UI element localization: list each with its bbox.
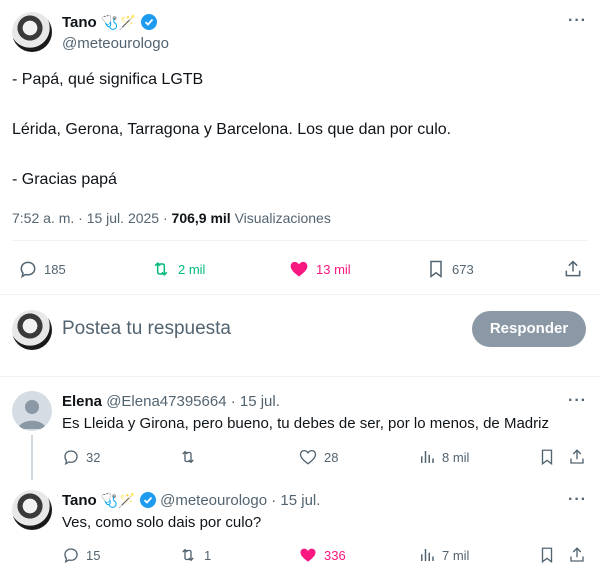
reply-handle[interactable]: @meteourologo · 15 jul. [160, 492, 320, 509]
retweet-count: 2 mil [178, 261, 206, 277]
like-action[interactable]: 336 [298, 546, 346, 564]
reply-button[interactable]: Responder [472, 311, 586, 347]
divider [0, 294, 600, 295]
share-action[interactable] [568, 448, 586, 466]
views-count: 706,9 mil [171, 210, 231, 226]
share-action[interactable] [563, 259, 583, 279]
reply-count: 32 [86, 449, 101, 465]
retweet-action[interactable]: 2 mil [150, 259, 205, 279]
tweet-line-2: Lérida, Gerona, Tarragona y Barcelona. L… [12, 121, 452, 138]
bookmark-icon [541, 547, 553, 564]
reply-author[interactable]: Elena [62, 393, 102, 410]
reply-avatar[interactable] [12, 490, 52, 530]
reply-action[interactable]: 185 [18, 259, 66, 279]
bookmark-action[interactable] [538, 448, 556, 466]
views-count: 8 mil [442, 449, 470, 465]
share-icon [565, 260, 581, 277]
more-options-icon[interactable]: ··· [568, 491, 587, 509]
like-action[interactable]: 28 [298, 448, 338, 466]
reply-handle[interactable]: @Elena47395664 · 15 jul. [106, 393, 280, 410]
retweet-action[interactable]: 1 [178, 546, 211, 564]
reply-count: 185 [44, 261, 66, 277]
analytics-icon [421, 549, 434, 561]
reply-action[interactable]: 32 [62, 448, 100, 466]
author-emoji: 🩺🪄 [101, 14, 137, 30]
like-count: 28 [324, 449, 339, 465]
default-avatar-icon [18, 400, 46, 429]
bookmark-action[interactable] [538, 546, 556, 564]
heart-icon [290, 261, 308, 277]
reply-text: Ves, como solo dais por culo? [62, 514, 262, 531]
share-action[interactable] [568, 546, 586, 564]
reply-author[interactable]: Tano [62, 492, 97, 509]
user-avatar [12, 310, 52, 350]
divider [12, 240, 588, 241]
like-action[interactable]: 13 mil [288, 259, 351, 279]
like-count: 13 mil [316, 261, 351, 277]
reply-action[interactable]: 15 [62, 546, 100, 564]
reply-text: Es Lleida y Girona, pero bueno, tu debes… [62, 415, 549, 432]
retweet-icon [182, 548, 194, 562]
reply-avatar[interactable] [12, 391, 52, 431]
timestamp[interactable]: 7:52 a. m. · 15 jul. 2025 · [12, 210, 168, 226]
tweet-line-1: - Papá, qué significa LGTB [12, 71, 204, 88]
heart-icon [300, 548, 316, 562]
tweet-meta: 7:52 a. m. · 15 jul. 2025 · 706,9 mil Vi… [12, 210, 331, 226]
verified-icon [139, 492, 156, 508]
heart-icon [299, 449, 317, 465]
reply-input[interactable]: Postea tu respuesta [62, 318, 231, 340]
reply-header: Elena @Elena47395664 · 15 jul. [62, 393, 280, 410]
views-action[interactable]: 7 mil [418, 546, 469, 564]
verified-icon [140, 14, 157, 30]
views-label: Visualizaciones [234, 210, 331, 226]
author-emoji: 🩺🪄 [100, 492, 136, 508]
retweet-icon [154, 262, 168, 276]
analytics-icon [421, 451, 434, 463]
divider [0, 376, 600, 377]
author-name[interactable]: Tano [62, 14, 97, 31]
views-action[interactable]: 8 mil [418, 448, 469, 466]
reply-icon [20, 261, 36, 279]
more-options-icon[interactable]: ··· [568, 12, 587, 30]
retweet-icon [182, 450, 194, 464]
bookmark-count: 673 [452, 261, 474, 277]
author-handle[interactable]: @meteourologo [62, 35, 169, 52]
like-count: 336 [324, 547, 346, 563]
share-icon [570, 547, 584, 562]
more-options-icon[interactable]: ··· [568, 392, 587, 410]
reply-icon [64, 548, 78, 564]
retweet-action[interactable] [178, 448, 204, 466]
retweet-count: 1 [204, 547, 212, 563]
bookmark-icon [430, 260, 442, 278]
bookmark-icon [541, 449, 553, 466]
reply-count: 15 [86, 547, 101, 563]
author-name-row: Tano 🩺🪄 [62, 14, 157, 32]
share-icon [570, 449, 584, 464]
views-count: 7 mil [442, 547, 470, 563]
tweet-line-3: - Gracias papá [12, 171, 117, 188]
bookmark-action[interactable]: 673 [426, 259, 474, 279]
reply-header: Tano 🩺🪄 @meteourologo · 15 jul. [62, 492, 320, 509]
author-avatar[interactable] [12, 12, 52, 52]
thread-line [31, 435, 33, 480]
reply-icon [64, 450, 78, 466]
